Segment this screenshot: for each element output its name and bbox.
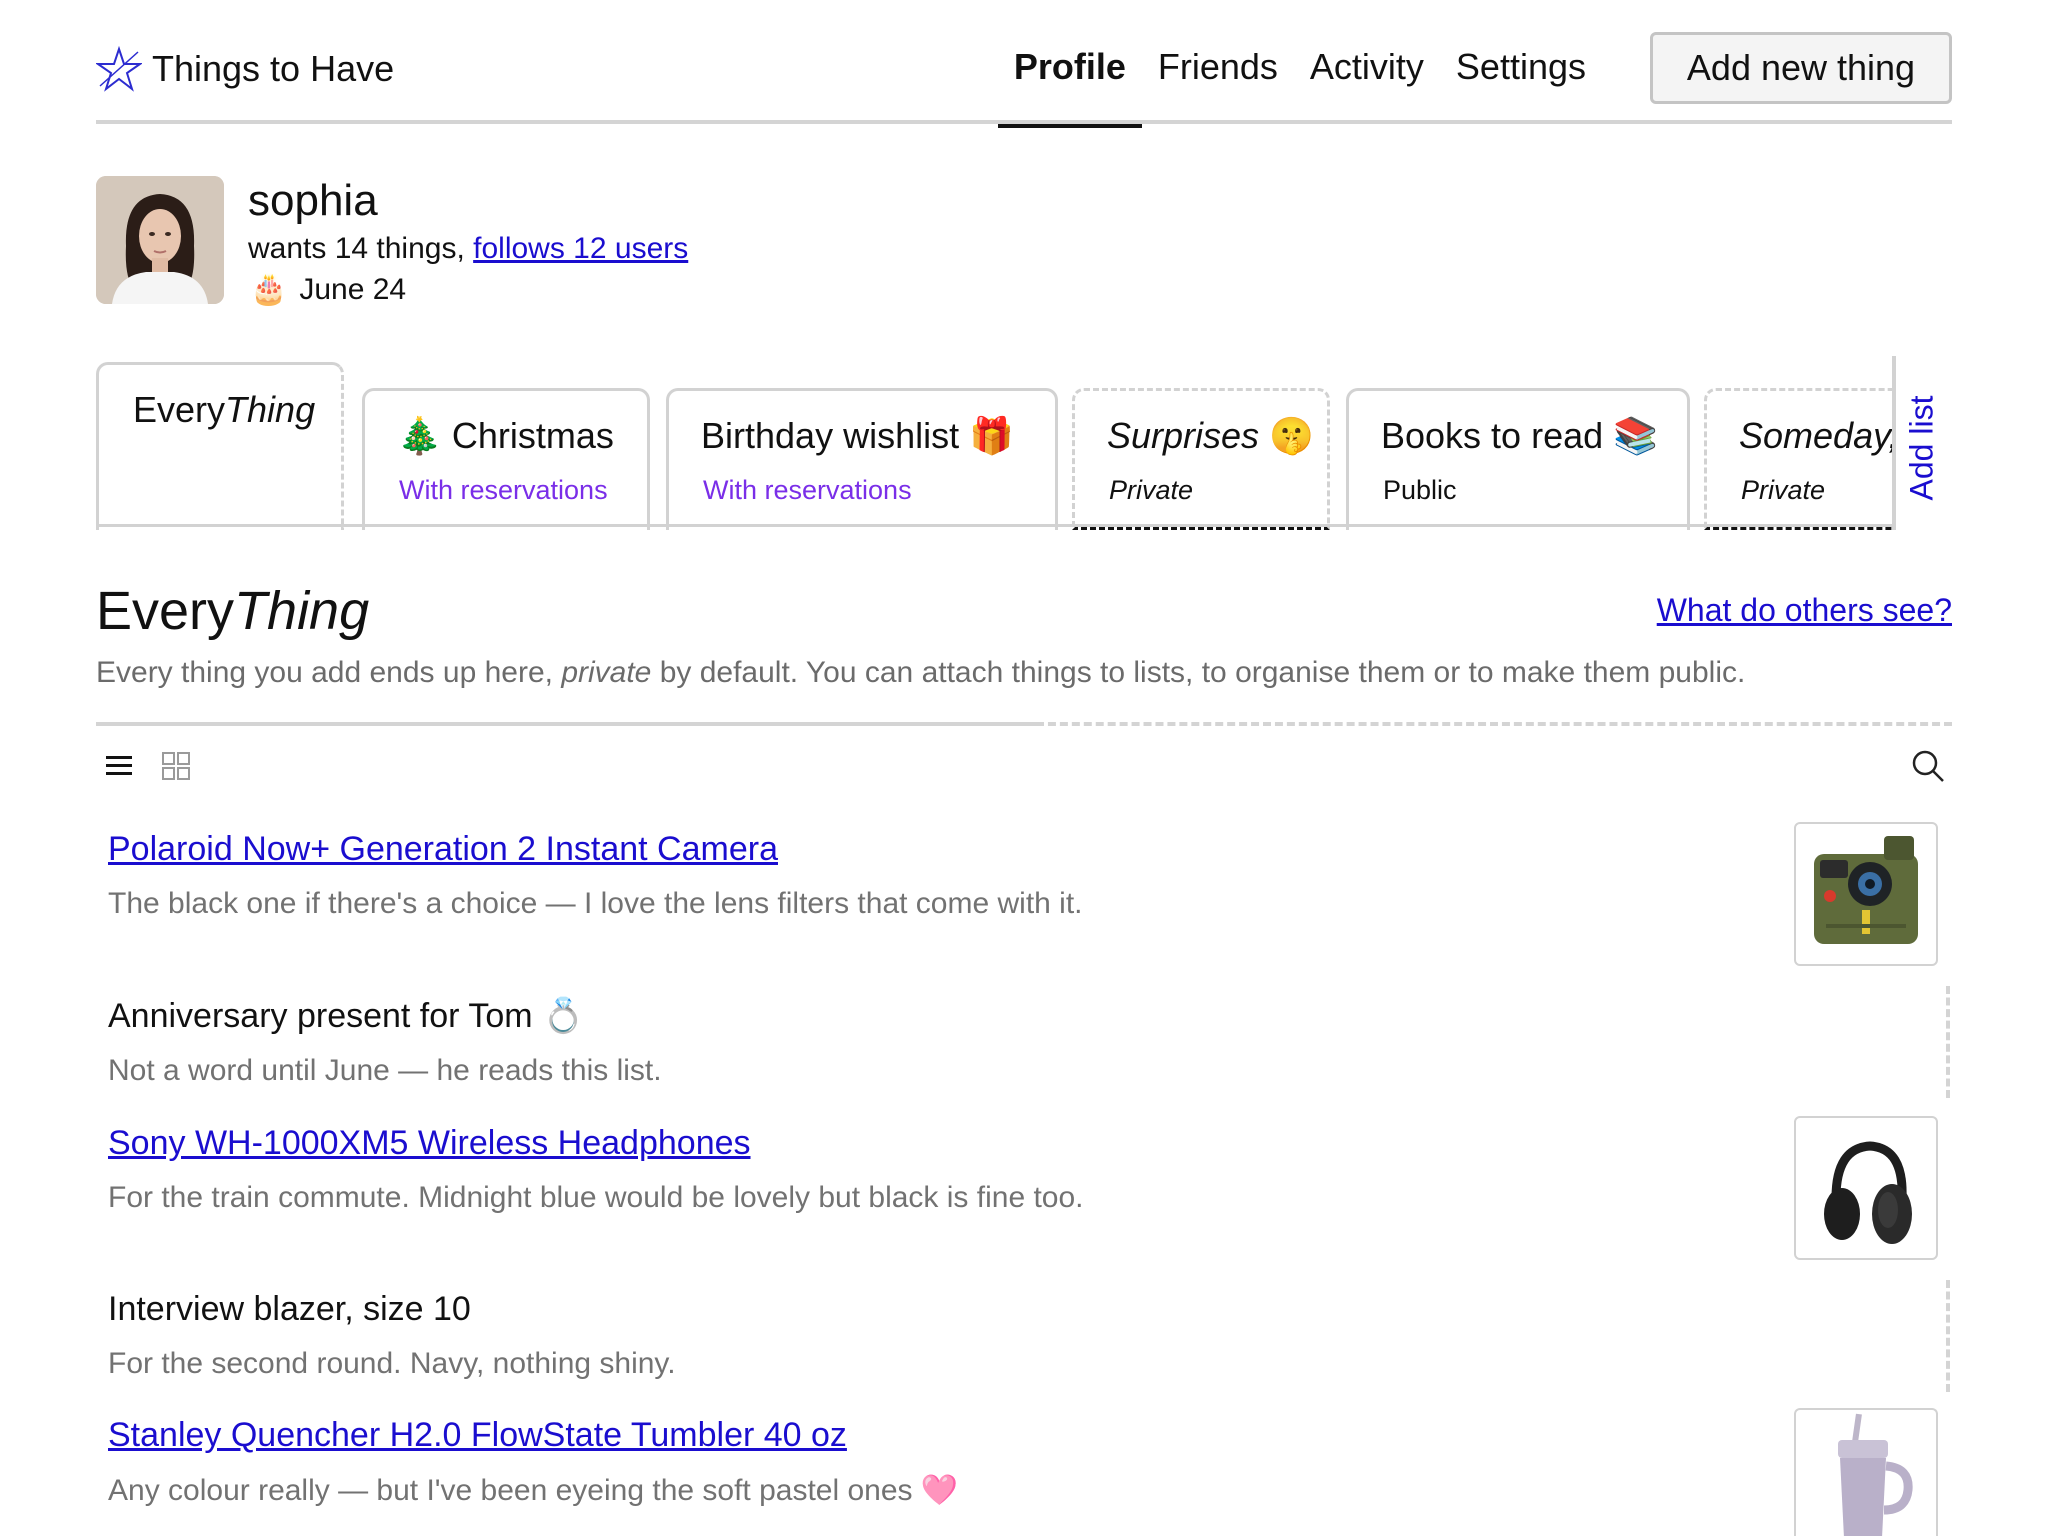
item-side-dashed-line	[1946, 986, 1950, 1098]
tab-title: Surprises 🤫	[1107, 415, 1314, 456]
tab-title: Someday, m	[1739, 415, 1892, 456]
list-view-icon[interactable]	[104, 752, 136, 780]
item-thumbnail[interactable]	[1794, 822, 1938, 966]
grid-view-icon[interactable]	[160, 750, 192, 782]
section-divider	[96, 722, 1036, 726]
star-outline-icon	[96, 46, 142, 92]
list-item: Sony WH-1000XM5 Wireless Headphones For …	[108, 1124, 1808, 1215]
top-header: Things to Have Profile Friends Activity …	[96, 0, 1952, 128]
birthday-cake-icon: 🎂	[250, 273, 288, 306]
item-title: Anniversary present for Tom 💍	[108, 997, 585, 1035]
item-note: Any colour really — but I've been eyeing…	[108, 1474, 959, 1507]
what-others-see-link[interactable]: What do others see?	[1657, 592, 1952, 629]
tab-someday[interactable]: Someday, m Private	[1704, 388, 1892, 530]
list-item: Stanley Quencher H2.0 FlowState Tumbler …	[108, 1416, 1808, 1508]
profile-stats: wants 14 things, follows 12 users	[248, 232, 688, 266]
section-title: EveryThing	[96, 581, 370, 641]
birthday-date: June 24	[299, 272, 407, 306]
tab-birthday-wishlist[interactable]: Birthday wishlist 🎁 With reservations	[666, 388, 1058, 530]
add-list-link[interactable]: Add list	[1904, 388, 1940, 508]
tab-subtitle: Private	[1741, 475, 1826, 505]
item-note: For the train commute. Midnight blue wou…	[108, 1181, 1084, 1214]
list-item: Polaroid Now+ Generation 2 Instant Camer…	[108, 830, 1808, 921]
tab-title: 🎄 Christmas	[397, 415, 614, 456]
main-nav: Profile Friends Activity Settings	[997, 0, 1602, 128]
item-title: Interview blazer, size 10	[108, 1290, 471, 1328]
section-description: Every thing you add ends up here, privat…	[96, 656, 1746, 689]
list-tabs: EveryThing 🎄 Christmas With reservations…	[96, 356, 1940, 530]
tab-everything[interactable]: EveryThing	[96, 362, 344, 530]
item-note: For the second round. Navy, nothing shin…	[108, 1347, 676, 1380]
nav-activity[interactable]: Activity	[1294, 0, 1440, 124]
section-divider-dashed	[1036, 722, 1952, 726]
tab-subtitle: With reservations	[399, 475, 608, 505]
tabs-baseline	[96, 524, 1894, 527]
item-title-link[interactable]: Sony WH-1000XM5 Wireless Headphones	[108, 1124, 1808, 1163]
list-item: Interview blazer, size 10 For the second…	[108, 1290, 1808, 1381]
wants-count: wants 14 things,	[248, 232, 474, 265]
tab-title: Birthday wishlist 🎁	[701, 415, 1014, 456]
tab-subtitle: With reservations	[703, 475, 912, 505]
profile-name: sophia	[248, 176, 378, 225]
app-name: Things to Have	[152, 48, 395, 89]
nav-profile[interactable]: Profile	[997, 0, 1142, 128]
tab-books-to-read[interactable]: Books to read 📚 Public	[1346, 388, 1690, 530]
item-note: Not a word until June — he reads this li…	[108, 1054, 662, 1087]
item-thumbnail[interactable]	[1794, 1408, 1938, 1536]
tab-surprises[interactable]: Surprises 🤫 Private	[1072, 388, 1330, 530]
tab-christmas[interactable]: 🎄 Christmas With reservations	[362, 388, 650, 530]
item-title-link[interactable]: Polaroid Now+ Generation 2 Instant Camer…	[108, 830, 1808, 869]
list-item: Anniversary present for Tom 💍 Not a word…	[108, 996, 1808, 1088]
tab-title: EveryThing	[133, 389, 316, 430]
follows-link[interactable]: follows 12 users	[473, 232, 688, 265]
item-side-dashed-line	[1946, 1280, 1950, 1392]
item-note: The black one if there's a choice — I lo…	[108, 887, 1083, 920]
profile-birthday: 🎂 June 24	[250, 272, 406, 307]
tab-title: Books to read 📚	[1381, 415, 1658, 456]
nav-friends[interactable]: Friends	[1142, 0, 1294, 124]
brand[interactable]: Things to Have	[96, 46, 394, 92]
item-title-link[interactable]: Stanley Quencher H2.0 FlowState Tumbler …	[108, 1416, 1808, 1455]
nav-settings[interactable]: Settings	[1440, 0, 1602, 124]
add-new-thing-button[interactable]: Add new thing	[1650, 32, 1952, 104]
tab-subtitle: Private	[1109, 475, 1194, 505]
tabs-scroll-edge	[1892, 356, 1896, 530]
avatar	[96, 176, 224, 304]
item-thumbnail[interactable]	[1794, 1116, 1938, 1260]
tab-subtitle: Public	[1383, 475, 1457, 505]
search-icon[interactable]	[1910, 748, 1946, 784]
